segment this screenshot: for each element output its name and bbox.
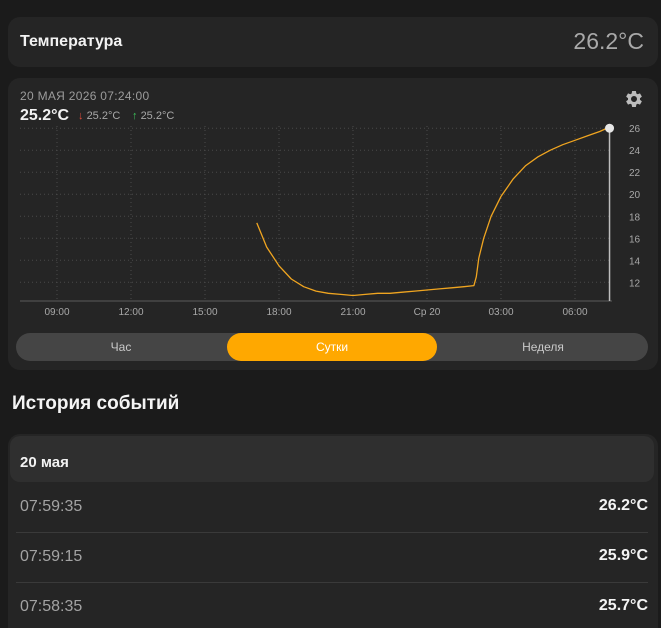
history-row-time: 07:59:15 [20, 548, 83, 565]
history-row-value: 25.9°C [598, 547, 648, 564]
x-tick-label: 06:00 [562, 307, 587, 318]
min-value-text: 25.2°C [86, 110, 121, 122]
y-tick-label: 12 [629, 278, 641, 289]
x-tick-label: 03:00 [488, 307, 513, 318]
y-tick-label: 22 [629, 168, 641, 179]
history-row-value: 25.7°C [598, 597, 648, 614]
history-date: 20 мая [20, 454, 69, 471]
cursor-point [605, 123, 615, 133]
y-tick-label: 14 [629, 256, 641, 267]
tab-day[interactable]: Сутки [227, 333, 437, 361]
arrow-up-icon: ↑ [132, 110, 138, 122]
y-tick-label: 20 [629, 190, 641, 201]
chart-card: 12 14 16 18 20 22 24 26 09:00 12:00 15:00 18:00 21:0… [8, 78, 658, 370]
history-row[interactable]: 07:59:35 26.2°C [16, 482, 648, 532]
history-row[interactable]: 07:59:15 25.9°C [16, 532, 648, 582]
max-value: ↑ 25.2°C [132, 110, 174, 122]
history-row-time: 07:58:35 [20, 598, 83, 615]
series-line [256, 126, 610, 297]
history-title: История событий [12, 393, 180, 414]
x-tick-label: 15:00 [192, 307, 217, 318]
x-tick-label: 12:00 [118, 307, 143, 318]
history-card: 20 мая 07:59:35 26.2°C 07:59:15 25.9°C 0… [8, 434, 658, 628]
gear-icon[interactable] [624, 89, 644, 109]
tab-week[interactable]: Неделя [438, 333, 648, 361]
max-value-text: 25.2°C [140, 110, 175, 122]
y-tick-label: 18 [629, 212, 641, 223]
y-tick-label: 24 [629, 146, 641, 157]
y-tick-label: 16 [629, 234, 641, 245]
temperature-header-card[interactable]: Температура 26.2°C [8, 17, 658, 67]
history-row[interactable]: 07:58:35 25.7°C [16, 582, 648, 628]
x-tick-label: 18:00 [266, 307, 291, 318]
history-row-value: 26.2°C [598, 497, 648, 514]
x-tick-label: Ср 20 [414, 307, 441, 318]
chart-cursor-value: 25.2°C [20, 107, 70, 124]
range-toggle: Час Сутки Неделя [16, 333, 648, 361]
x-tick-label: 21:00 [340, 307, 365, 318]
chart-cursor-timestamp: 20 МАЯ 2026 07:24:00 [20, 89, 150, 103]
history-row-time: 07:59:35 [20, 498, 83, 515]
tab-hour[interactable]: Час [16, 333, 226, 361]
min-value: ↓ 25.2°C [78, 110, 120, 122]
sensor-title: Температура [20, 33, 123, 50]
y-tick-label: 26 [629, 124, 641, 135]
x-tick-label: 09:00 [44, 307, 69, 318]
current-temperature-value: 26.2°C [573, 28, 644, 54]
arrow-down-icon: ↓ [78, 110, 84, 122]
history-date-header: 20 мая [10, 436, 654, 482]
